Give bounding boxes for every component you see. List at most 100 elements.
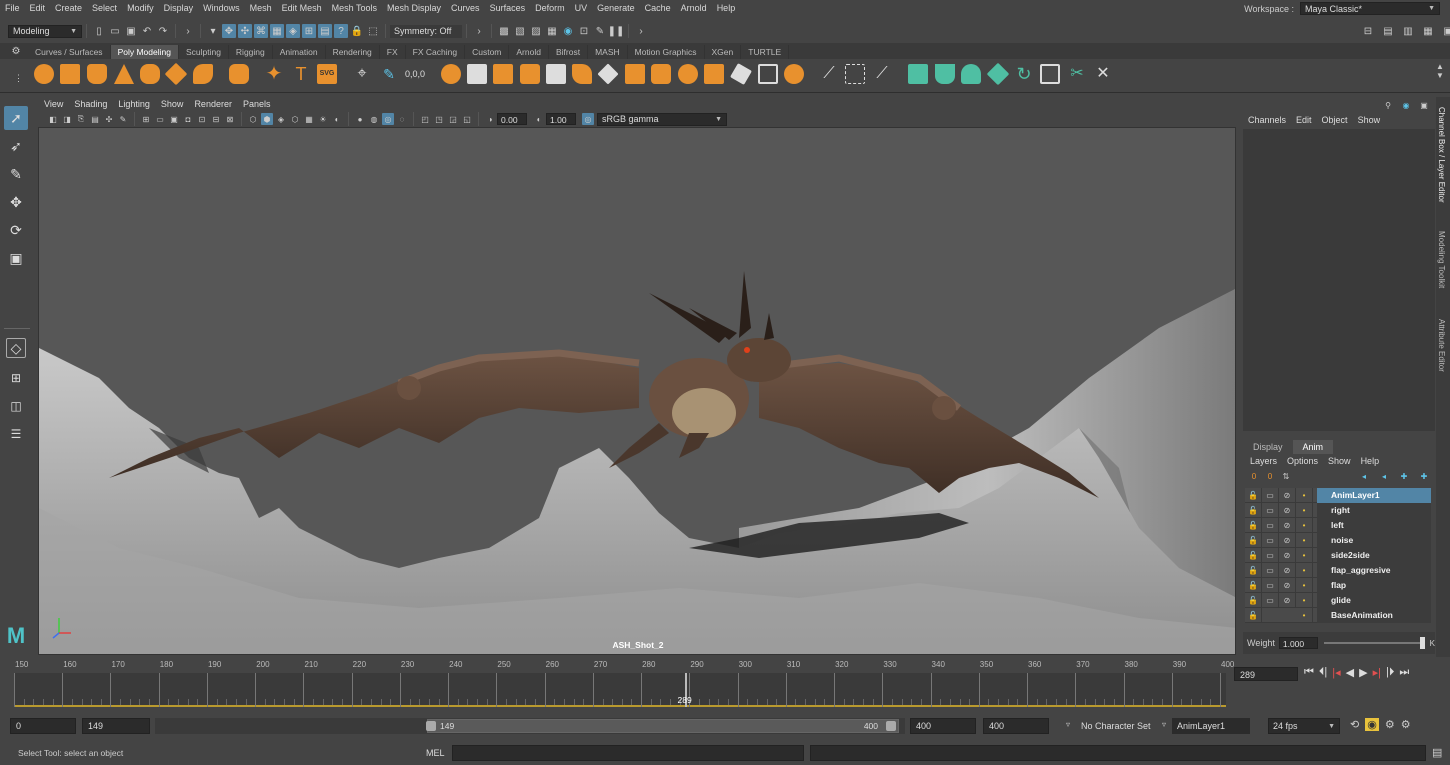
- animation-end-field[interactable]: 400: [983, 718, 1049, 734]
- xray-icon[interactable]: ◳: [433, 113, 445, 125]
- uv-cut-icon[interactable]: ✂: [1067, 64, 1087, 84]
- average-vertices-icon[interactable]: [546, 64, 566, 84]
- poly-cylinder-icon[interactable]: [87, 64, 107, 84]
- keyframe-dot-icon[interactable]: •: [1296, 532, 1313, 548]
- type-tool-icon[interactable]: T: [291, 64, 311, 84]
- film-gate-icon[interactable]: ▭: [154, 113, 166, 125]
- mute-icon[interactable]: ▭: [1262, 517, 1279, 533]
- select-tool-icon[interactable]: ➚: [4, 106, 28, 130]
- select-by-object-icon[interactable]: ✣: [238, 24, 252, 38]
- select-by-hierarchy-icon[interactable]: ✥: [222, 24, 236, 38]
- tab-anim-layers[interactable]: Anim: [1292, 440, 1334, 454]
- script-editor-icon[interactable]: ▤: [1432, 746, 1442, 759]
- menu-edit-mesh[interactable]: Edit Mesh: [277, 3, 327, 13]
- shelf-tab-poly-modeling[interactable]: Poly Modeling: [110, 45, 179, 59]
- rotate-tool-icon[interactable]: ⟳: [4, 218, 28, 242]
- lasso-tool-icon[interactable]: ➶: [4, 134, 28, 158]
- shelf-tab-fx[interactable]: FX: [379, 45, 406, 59]
- shelf-tab-animation[interactable]: Animation: [272, 45, 326, 59]
- menu-generate[interactable]: Generate: [592, 3, 640, 13]
- weight-field[interactable]: 1.000: [1278, 637, 1319, 649]
- textured-icon[interactable]: ▦: [303, 113, 315, 125]
- boolean-icon[interactable]: [520, 64, 540, 84]
- list-item[interactable]: 🔓 ▭ ⊘ • side2side: [1245, 547, 1431, 563]
- new-scene-icon[interactable]: ▯: [92, 24, 106, 38]
- shelf-tab-motion-graphics[interactable]: Motion Graphics: [627, 45, 705, 59]
- range-start-handle[interactable]: [426, 721, 436, 731]
- channelbox-menu-channels[interactable]: Channels: [1243, 113, 1291, 127]
- lock-icon[interactable]: 🔒: [350, 24, 364, 38]
- shelf-tab-arnold[interactable]: Arnold: [509, 45, 549, 59]
- shadows-icon[interactable]: ◐: [331, 113, 343, 125]
- menu-deform[interactable]: Deform: [530, 3, 570, 13]
- shelf-settings-icon[interactable]: ⚙: [9, 44, 23, 58]
- solo-icon[interactable]: ⊘: [1279, 517, 1296, 533]
- channelbox-menu-edit[interactable]: Edit: [1291, 113, 1317, 127]
- play-forward-icon[interactable]: ▶: [1359, 666, 1367, 679]
- timeline-track[interactable]: 289: [14, 673, 1226, 707]
- solo-icon[interactable]: ⊘: [1279, 487, 1296, 503]
- range-slider-bar[interactable]: 149 400: [426, 719, 899, 733]
- shelf-tab-rigging[interactable]: Rigging: [228, 45, 273, 59]
- attribute-icon[interactable]: ◉: [1400, 99, 1412, 111]
- menu-surfaces[interactable]: Surfaces: [485, 3, 531, 13]
- tab-channel-box-layer-editor[interactable]: Channel Box / Layer Editor: [1437, 107, 1446, 203]
- character-set-dropdown[interactable]: No Character Set: [1076, 718, 1166, 734]
- weight-slider[interactable]: [1324, 637, 1425, 649]
- camera-select-icon[interactable]: ◧: [47, 113, 59, 125]
- bevel-icon[interactable]: [678, 64, 698, 84]
- range-end-handle[interactable]: [886, 721, 896, 731]
- shelf-menu-icon[interactable]: ⋮: [14, 73, 23, 84]
- list-item[interactable]: 🔓 ▭ ⊘ • flap_aggresive: [1245, 562, 1431, 578]
- menu-edit[interactable]: Edit: [25, 3, 51, 13]
- shelf-tab-rendering[interactable]: Rendering: [325, 45, 380, 59]
- channelbox-attributes[interactable]: [1243, 129, 1435, 431]
- uv-layout-icon[interactable]: [1040, 64, 1060, 84]
- shelf-tab-sculpting[interactable]: Sculpting: [178, 45, 229, 59]
- super-shape-icon[interactable]: ✦: [264, 64, 284, 84]
- hypershade-icon[interactable]: ◉: [561, 24, 575, 38]
- menu-windows[interactable]: Windows: [198, 3, 245, 13]
- zero-key-range-icon[interactable]: 0: [1264, 470, 1276, 482]
- shelf-tab-curves-surfaces[interactable]: Curves / Surfaces: [28, 45, 111, 59]
- selection-mask-icon[interactable]: ▾: [206, 24, 220, 38]
- shelf-tab-bifrost[interactable]: Bifrost: [548, 45, 589, 59]
- uv-sew-icon[interactable]: ✕: [1093, 64, 1113, 84]
- play-backward-icon[interactable]: ◀: [1346, 666, 1354, 679]
- fps-dropdown[interactable]: 24 fps ▼: [1268, 718, 1340, 734]
- marquee-icon[interactable]: ⬚: [366, 24, 380, 38]
- svg-tool-icon[interactable]: SVG: [317, 64, 337, 84]
- viewport-menu-lighting[interactable]: Lighting: [112, 99, 155, 109]
- keyframe-dot-icon[interactable]: •: [1296, 517, 1313, 533]
- bookmark-icon[interactable]: ⎘: [75, 113, 87, 125]
- playback-end-field[interactable]: 400: [910, 718, 976, 734]
- poly-disc-icon[interactable]: [193, 64, 213, 84]
- poly-sphere-icon[interactable]: [34, 64, 54, 84]
- poly-cone-icon[interactable]: [114, 64, 134, 84]
- menu-modify[interactable]: Modify: [122, 3, 159, 13]
- persp-outliner-layout-icon[interactable]: ◫: [4, 394, 28, 418]
- outliner-icon[interactable]: ⚲: [1382, 99, 1394, 111]
- xray-components-icon[interactable]: ◱: [461, 113, 473, 125]
- uv-planar-icon[interactable]: [908, 64, 928, 84]
- select-by-component-icon[interactable]: ⌘: [254, 24, 268, 38]
- menu-file[interactable]: File: [0, 3, 25, 13]
- layer-menu-options[interactable]: Options: [1282, 454, 1323, 468]
- symmetry-dropdown[interactable]: Symmetry: Off: [390, 24, 462, 38]
- insert-loop-icon[interactable]: ⟋: [872, 64, 892, 84]
- tab-attribute-editor[interactable]: Attribute Editor: [1437, 319, 1446, 372]
- solo-icon[interactable]: ⊘: [1279, 547, 1296, 563]
- preferences-icon[interactable]: ⚙: [1385, 718, 1395, 731]
- gamma-icon[interactable]: ◐: [533, 113, 545, 125]
- list-item[interactable]: 🔓 ▭ ⊘ • left: [1245, 517, 1431, 533]
- render-seq-icon[interactable]: ▧: [513, 24, 527, 38]
- menu-select[interactable]: Select: [87, 3, 122, 13]
- grid-icon[interactable]: ⊞: [140, 113, 152, 125]
- lock-icon[interactable]: 🔓: [1245, 607, 1262, 623]
- solo-icon[interactable]: ⊘: [1279, 592, 1296, 608]
- gamma-field[interactable]: 1.00: [546, 113, 576, 125]
- settings-icon[interactable]: ▣: [1418, 99, 1430, 111]
- keyframe-dot-icon[interactable]: •: [1296, 547, 1313, 563]
- render-settings-icon[interactable]: ▦: [545, 24, 559, 38]
- smooth-icon[interactable]: [493, 64, 513, 84]
